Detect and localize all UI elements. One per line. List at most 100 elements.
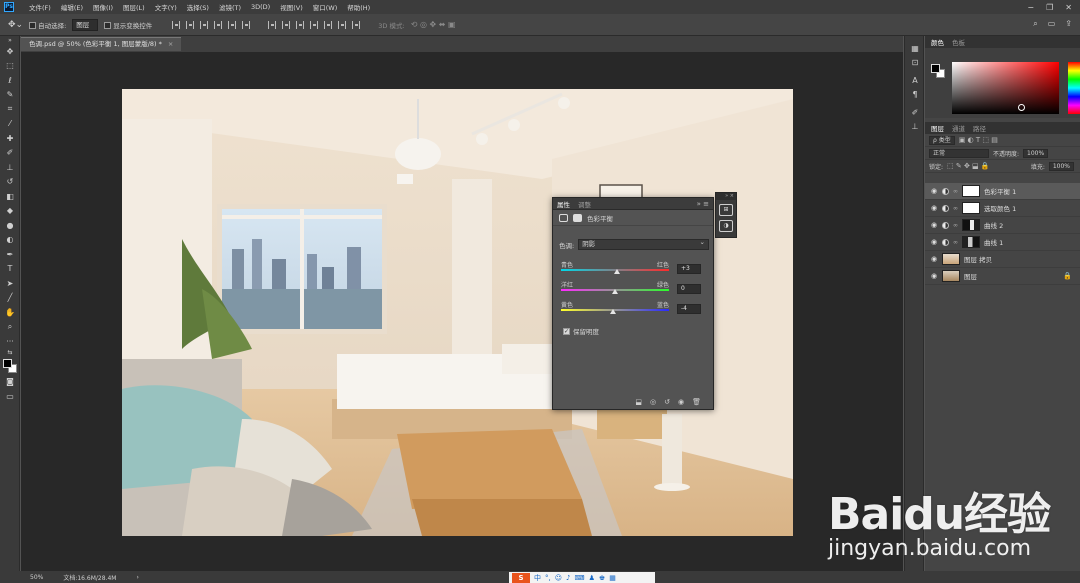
filter-kind-dropdown[interactable]: ρ 类型 [929, 135, 955, 145]
layer-row[interactable]: ◉ 图层 🔒 [925, 268, 1080, 285]
auto-select-checkbox[interactable]: 自动选择: [29, 20, 66, 30]
photoshop-logo-icon[interactable]: Ps [4, 2, 14, 12]
layer-thumbnail[interactable] [942, 253, 960, 265]
more-tools-icon[interactable]: ··· [0, 334, 20, 349]
align-right-icon[interactable] [242, 20, 251, 29]
distribute-vcenter-icon[interactable] [282, 20, 291, 29]
document-tab[interactable]: 色调.psd @ 50% (色彩平衡 1, 图层蒙版/8) * × [21, 37, 182, 51]
color-swatches[interactable] [0, 357, 20, 375]
opacity-input[interactable]: 100% [1023, 148, 1049, 158]
clip-to-layer-icon[interactable]: ⬓ [635, 398, 642, 406]
eraser-tool-icon[interactable]: ◧ [0, 189, 20, 204]
distribute-left-icon[interactable] [310, 20, 319, 29]
tab-paths[interactable]: 路径 [973, 123, 986, 133]
history-icon[interactable]: ▦ [905, 42, 925, 56]
tab-swatches[interactable]: 色板 [952, 37, 965, 47]
layer-name[interactable]: 选取颜色 1 [984, 203, 1016, 213]
visibility-eye-icon[interactable]: ◉ [930, 204, 938, 212]
menu-layer[interactable]: 图层(L) [118, 2, 150, 12]
tab-layers[interactable]: 图层 [931, 123, 944, 133]
restore-icon[interactable]: ❐ [1046, 3, 1053, 12]
toolbox-icon[interactable]: ♟ [589, 574, 595, 582]
panel-menu-icon[interactable]: » ≡ [697, 200, 713, 208]
layer-mask-thumbnail[interactable] [962, 236, 980, 248]
align-vcenter-icon[interactable] [186, 20, 195, 29]
menu-view[interactable]: 视图(V) [275, 2, 308, 12]
character-icon[interactable]: A [905, 74, 925, 88]
zoom-tool-icon[interactable]: ⌕ [0, 320, 20, 335]
link-icon[interactable]: ∞ [953, 188, 958, 195]
move-tool-icon[interactable]: ✥ [0, 44, 20, 59]
hue-slider[interactable] [1068, 62, 1080, 114]
dodge-tool-icon[interactable]: ◐ [0, 233, 20, 248]
layer-name[interactable]: 曲线 1 [984, 237, 1003, 247]
distribute-top-icon[interactable] [268, 20, 277, 29]
path-select-tool-icon[interactable]: ➤ [0, 276, 20, 291]
microphone-icon[interactable]: ♪ [566, 574, 570, 582]
workspace-icon[interactable]: ▭ [1048, 19, 1056, 29]
layer-row[interactable]: ◉ ∞ 曲线 1 [925, 234, 1080, 251]
tab-adjustments[interactable]: 调整 [578, 199, 591, 209]
menu-edit[interactable]: 编辑(E) [56, 2, 88, 12]
paint-bucket-tool-icon[interactable]: ◆ [0, 204, 20, 219]
visibility-eye-icon[interactable]: ◉ [930, 187, 938, 195]
layer-name[interactable]: 曲线 2 [984, 220, 1003, 230]
collapse-icon[interactable]: » [0, 36, 20, 44]
3d-rotate-icon[interactable]: ⟲ ◎ ✥ ⬌ ▣ [411, 20, 456, 29]
link-icon[interactable]: ∞ [953, 222, 958, 229]
menu-filter[interactable]: 滤镜(T) [214, 2, 246, 12]
close-tab-icon[interactable]: × [168, 40, 173, 48]
healing-brush-tool-icon[interactable]: ✚ [0, 131, 20, 146]
visibility-eye-icon[interactable]: ◉ [930, 255, 938, 263]
libraries-icon[interactable]: ⊡ [905, 56, 925, 70]
quick-mask-icon[interactable]: ◙ [0, 375, 20, 390]
clone-source-icon[interactable]: ⊥ [905, 120, 925, 134]
keyboard-icon[interactable]: ⌨ [575, 574, 585, 582]
visibility-icon[interactable]: ◉ [678, 398, 684, 406]
link-icon[interactable]: ∞ [953, 239, 958, 246]
visibility-eye-icon[interactable]: ◉ [930, 238, 938, 246]
history-brush-tool-icon[interactable]: ↺ [0, 175, 20, 190]
menu-window[interactable]: 窗口(W) [308, 2, 343, 12]
skin-icon[interactable]: ♚ [599, 574, 605, 582]
grid-icon[interactable]: ▦ [609, 574, 616, 582]
fill-input[interactable]: 100% [1048, 161, 1074, 171]
yellow-blue-value[interactable]: -4 [677, 304, 701, 314]
blend-mode-dropdown[interactable]: 正常 [929, 148, 989, 158]
menu-type[interactable]: 文字(Y) [150, 2, 182, 12]
crop-tool-icon[interactable]: ⌗ [0, 102, 20, 117]
tone-dropdown[interactable]: 阴影 [578, 238, 709, 250]
move-tool-icon[interactable]: ✥⌄ [8, 20, 23, 30]
canvas-area[interactable] [21, 52, 903, 571]
eyedropper-tool-icon[interactable]: ⁄ [0, 117, 20, 132]
cyan-red-thumb[interactable] [613, 269, 620, 274]
layer-mask-thumbnail[interactable] [962, 202, 980, 214]
preserve-luminosity[interactable]: ✓ 保留明度 [563, 326, 599, 336]
layer-mask-thumbnail[interactable] [962, 185, 980, 197]
hand-tool-icon[interactable]: ✋ [0, 305, 20, 320]
marquee-tool-icon[interactable]: ⬚ [0, 59, 20, 74]
line-tool-icon[interactable]: ╱ [0, 291, 20, 306]
view-previous-icon[interactable]: ◎ [650, 398, 656, 406]
distribute-hcenter-icon[interactable] [324, 20, 333, 29]
tab-color[interactable]: 颜色 [931, 37, 944, 47]
swap-colors-icon[interactable]: ⇆ [0, 349, 20, 357]
auto-select-dropdown[interactable]: 图层 [72, 18, 99, 31]
blur-tool-icon[interactable]: ● [0, 218, 20, 233]
layer-name[interactable]: 图层 [964, 271, 977, 281]
distribute-bottom-icon[interactable] [296, 20, 305, 29]
brush-settings-icon[interactable]: ✐ [905, 106, 925, 120]
close-icon[interactable]: ✕ [1065, 3, 1072, 12]
layer-row[interactable]: ◉ ∞ 选取颜色 1 [925, 200, 1080, 217]
layer-name[interactable]: 图层 拷贝 [964, 254, 992, 264]
yellow-blue-thumb[interactable] [609, 309, 616, 314]
ime-mode[interactable]: 中 [534, 573, 541, 583]
properties-dock-icon[interactable]: ⊞ [719, 204, 733, 216]
brush-tool-icon[interactable]: ✐ [0, 146, 20, 161]
menu-file[interactable]: 文件(F) [24, 2, 56, 12]
layer-row[interactable]: ◉ ∞ 色彩平衡 1 [925, 183, 1080, 200]
quick-select-tool-icon[interactable]: ✎ [0, 88, 20, 103]
adjustments-dock-icon[interactable]: ◑ [719, 220, 733, 232]
minimize-icon[interactable]: − [1027, 3, 1034, 12]
clone-stamp-tool-icon[interactable]: ⊥ [0, 160, 20, 175]
